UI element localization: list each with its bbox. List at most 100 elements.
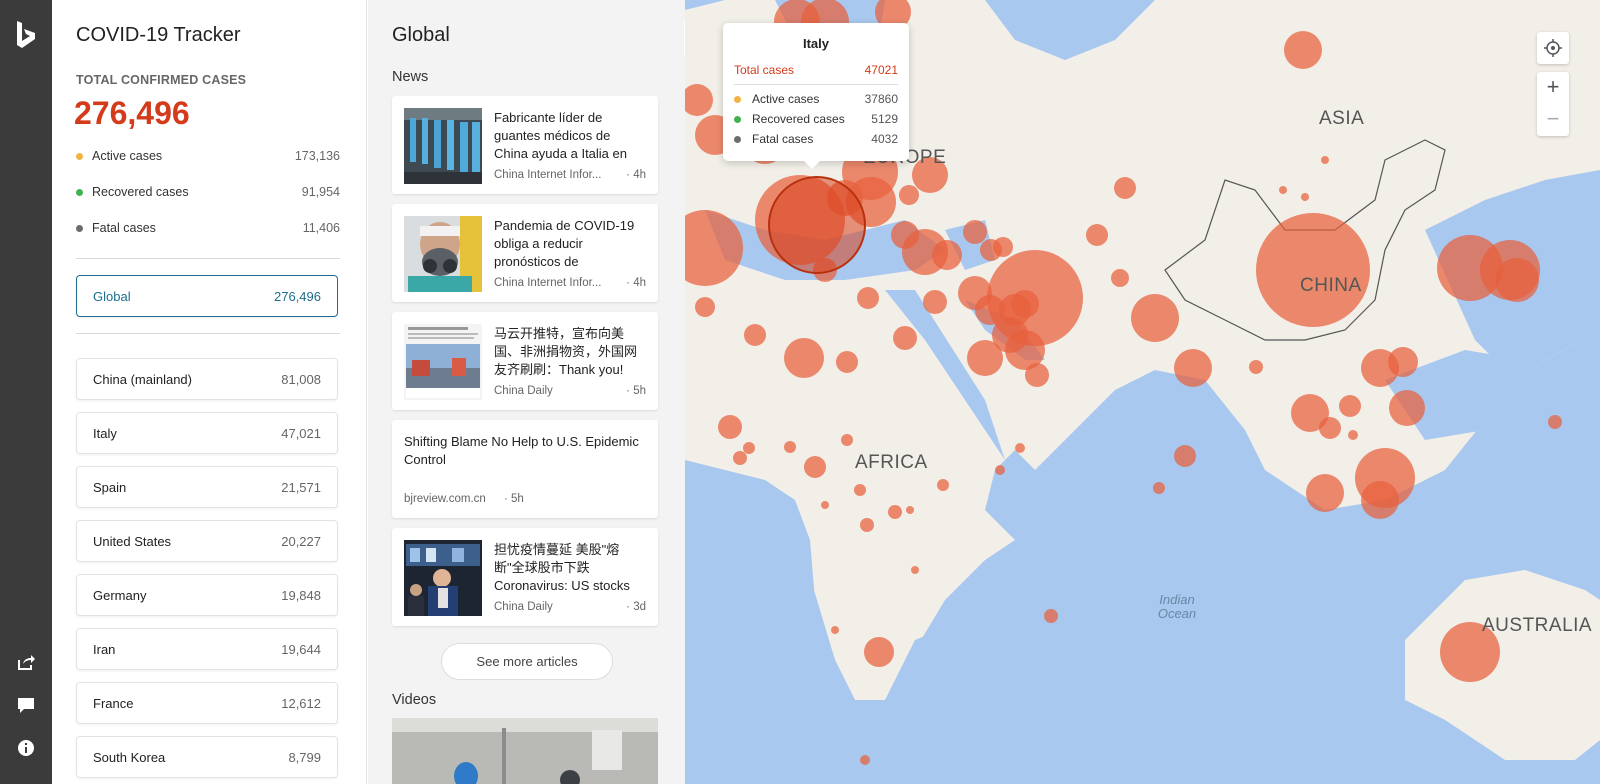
video-thumbnail[interactable] <box>392 718 658 784</box>
case-bubble[interactable] <box>891 221 919 249</box>
region-value: 20,227 <box>281 534 321 549</box>
case-bubble[interactable] <box>685 210 743 286</box>
case-bubble[interactable] <box>1284 31 1322 69</box>
case-bubble[interactable] <box>1301 193 1309 201</box>
case-bubble[interactable] <box>743 442 755 454</box>
case-bubble[interactable] <box>911 566 919 574</box>
case-bubble[interactable] <box>1011 290 1039 318</box>
case-bubble[interactable] <box>1548 415 1562 429</box>
region-global[interactable]: Global 276,496 <box>76 275 338 317</box>
zoom-in-button[interactable]: + <box>1537 72 1569 104</box>
case-bubble[interactable] <box>1025 363 1049 387</box>
case-bubble[interactable] <box>1319 417 1341 439</box>
case-bubble[interactable] <box>695 297 715 317</box>
case-bubble[interactable] <box>836 351 858 373</box>
case-bubble[interactable] <box>1389 390 1425 426</box>
case-bubble[interactable] <box>864 637 894 667</box>
region-name: China (mainland) <box>93 372 192 387</box>
case-bubble[interactable] <box>784 338 824 378</box>
case-bubble[interactable] <box>1256 213 1370 327</box>
see-more-articles-button[interactable]: See more articles <box>441 643 613 680</box>
recovered-dot-icon <box>76 189 83 196</box>
news-card[interactable]: 担忧疫情蔓延 美股"熔断"全球股市下跌 Coronavirus: US stoc… <box>392 528 658 626</box>
news-panel: Global News Fabricante líder de guantes … <box>368 0 685 784</box>
locate-me-button[interactable] <box>1537 32 1569 64</box>
case-bubble[interactable] <box>1348 430 1358 440</box>
case-bubble[interactable] <box>995 465 1005 475</box>
info-icon[interactable] <box>16 738 36 758</box>
case-bubble[interactable] <box>1306 474 1344 512</box>
case-bubble[interactable] <box>1174 445 1196 467</box>
news-card[interactable]: 马云开推特，宣布向美国、非洲捐物资，外国网友齐刷刷：Thank you! Chi… <box>392 312 658 410</box>
recovered-dot-icon <box>734 116 741 123</box>
case-bubble[interactable] <box>1388 347 1418 377</box>
news-card[interactable]: Pandemia de COVID-19 obliga a reducir pr… <box>392 204 658 302</box>
case-bubble[interactable] <box>860 518 874 532</box>
case-bubble[interactable] <box>993 237 1013 257</box>
feedback-icon[interactable] <box>16 695 36 715</box>
region-germany[interactable]: Germany 19,848 <box>76 574 338 616</box>
case-bubble[interactable] <box>857 287 879 309</box>
case-bubble[interactable] <box>841 434 853 446</box>
case-bubble[interactable] <box>860 755 870 765</box>
case-bubble[interactable] <box>1361 481 1399 519</box>
news-card[interactable]: Fabricante líder de guantes médicos de C… <box>392 96 658 194</box>
case-bubble[interactable] <box>733 451 747 465</box>
case-bubble[interactable] <box>1339 395 1361 417</box>
case-bubble[interactable] <box>744 324 766 346</box>
tooltip-row-value: 37860 <box>864 92 898 106</box>
map-label-asia: ASIA <box>1319 108 1365 129</box>
region-france[interactable]: France 12,612 <box>76 682 338 724</box>
region-china[interactable]: China (mainland) 81,008 <box>76 358 338 400</box>
case-bubble[interactable] <box>963 220 987 244</box>
case-bubble[interactable] <box>1249 360 1263 374</box>
case-bubble[interactable] <box>804 456 826 478</box>
zoom-out-button[interactable]: − <box>1537 104 1569 136</box>
stat-label: Recovered cases <box>92 185 189 199</box>
news-headline: 担忧疫情蔓延 美股"熔断"全球股市下跌 Coronavirus: US stoc… <box>494 542 630 593</box>
region-iran[interactable]: Iran 19,644 <box>76 628 338 670</box>
case-bubble[interactable] <box>937 479 949 491</box>
case-bubble[interactable] <box>888 505 902 519</box>
active-dot-icon <box>734 96 741 103</box>
case-bubble[interactable] <box>821 501 829 509</box>
news-section-label: News <box>392 69 429 85</box>
case-bubble[interactable] <box>923 290 947 314</box>
case-bubble[interactable] <box>1044 609 1058 623</box>
case-bubble[interactable] <box>1131 294 1179 342</box>
share-icon[interactable] <box>16 652 36 672</box>
case-bubble[interactable] <box>1114 177 1136 199</box>
case-bubble[interactable] <box>1153 482 1165 494</box>
region-value: 81,008 <box>281 372 321 387</box>
map-label-africa: AFRICA <box>855 452 928 473</box>
case-bubble[interactable] <box>899 185 919 205</box>
case-bubble[interactable] <box>718 415 742 439</box>
case-bubble[interactable] <box>1495 258 1539 302</box>
case-bubble[interactable] <box>854 484 866 496</box>
region-italy[interactable]: Italy 47,021 <box>76 412 338 454</box>
region-spain[interactable]: Spain 21,571 <box>76 466 338 508</box>
fatal-dot-icon <box>734 136 741 143</box>
case-bubble[interactable] <box>685 84 713 116</box>
case-bubble[interactable] <box>1086 224 1108 246</box>
stat-value: 173,136 <box>294 149 340 163</box>
case-bubble[interactable] <box>1174 349 1212 387</box>
case-bubble[interactable] <box>784 441 796 453</box>
case-bubble[interactable] <box>1279 186 1287 194</box>
case-bubble[interactable] <box>906 506 914 514</box>
case-bubble[interactable] <box>893 326 917 350</box>
case-bubble[interactable] <box>1015 443 1025 453</box>
zoom-controls: + − <box>1537 72 1569 136</box>
case-bubble[interactable] <box>932 240 962 270</box>
region-south-korea[interactable]: South Korea 8,799 <box>76 736 338 778</box>
case-bubble[interactable] <box>831 626 839 634</box>
region-united-states[interactable]: United States 20,227 <box>76 520 338 562</box>
tooltip-row-value: 5129 <box>871 112 898 126</box>
case-bubble[interactable] <box>967 340 1003 376</box>
tooltip-total-label: Total cases <box>734 63 795 77</box>
bing-logo-icon[interactable] <box>14 20 38 50</box>
news-card[interactable]: Shifting Blame No Help to U.S. Epidemic … <box>392 420 658 518</box>
case-bubble[interactable] <box>1111 269 1129 287</box>
italy-bubble-highlight[interactable] <box>768 176 866 274</box>
case-bubble[interactable] <box>1321 156 1329 164</box>
